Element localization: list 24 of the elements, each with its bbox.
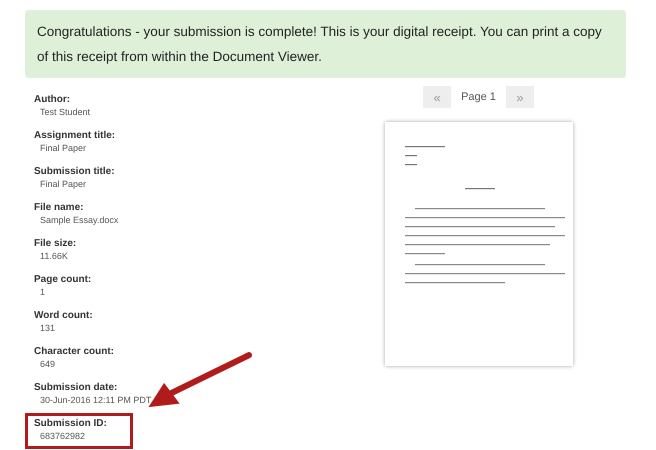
field-label: Submission date: (34, 382, 118, 394)
field-label: File name: (34, 202, 84, 214)
field-label: Author: (34, 94, 72, 106)
field-value: Final Paper (39, 178, 88, 190)
field-label: Word count: (34, 310, 94, 322)
field-value: 131 (39, 322, 56, 334)
field-value: 1 (39, 286, 46, 298)
field-value: Final Paper (39, 142, 88, 154)
field-label: Submission title: (34, 166, 116, 178)
previous-page-button[interactable]: « (423, 86, 452, 108)
field-label: Character count: (34, 346, 116, 358)
page-indicator: Page 1 (461, 91, 496, 103)
field-value: 30-Jun-2016 12:11 PM PDT (39, 394, 152, 406)
next-page-button[interactable]: » (506, 86, 534, 108)
field-value: Sample Essay.docx (39, 214, 120, 226)
field-value: 11.66K (39, 250, 69, 262)
field-label: File size: (34, 238, 78, 250)
success-message: Congratulations - your submission is complete! This is your digital receipt. You can print a copy of this receipt from within the Document Viewer. (25, 10, 626, 78)
field-label: Page count: (34, 274, 92, 286)
field-value: 683762982 (39, 430, 86, 442)
field-value: Test Student (39, 106, 92, 118)
field-label: Submission ID: (34, 418, 108, 430)
field-value: 649 (39, 358, 56, 370)
field-label: Assignment title: (34, 130, 116, 142)
